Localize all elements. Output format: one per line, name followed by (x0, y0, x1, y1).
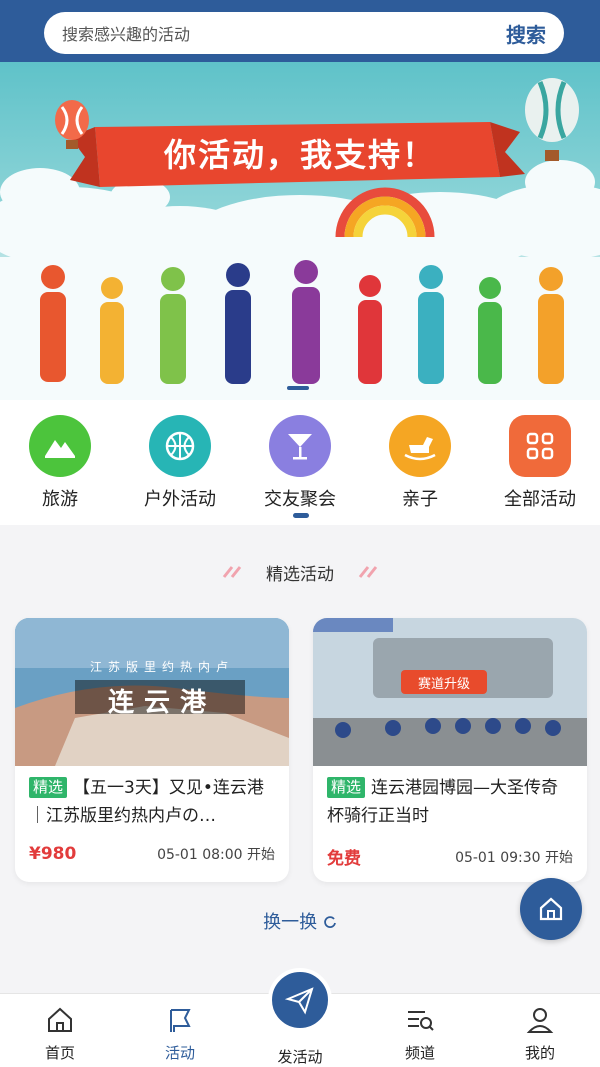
search-bar[interactable]: 搜索感兴趣的活动 搜索 (44, 12, 564, 54)
paper-plane-icon (285, 987, 314, 1015)
nav-label: 我的 (524, 1044, 555, 1062)
basketball-icon (149, 415, 211, 477)
category-label: 全部活动 (504, 489, 576, 510)
activity-image: 赛道升级 (313, 618, 587, 766)
nav-label: 首页 (44, 1044, 75, 1062)
image-caption: 连云港 (107, 688, 216, 718)
activity-card[interactable]: 赛道升级 精选 连云港园博园—大圣传奇杯骑行正当时 免费 05-01 09:30 … (313, 618, 587, 882)
activity-time: 05-01 08:00 开始 (157, 847, 275, 863)
category-label: 旅游 (42, 489, 78, 510)
banner-pager-dot (287, 386, 309, 390)
bottom-nav: 首页 活动 发活动 频道 我的 (0, 968, 600, 1067)
cocktail-icon (269, 415, 331, 477)
banner-slogan: 你活动，我支持！ (163, 136, 436, 174)
activity-price: ¥980 (29, 844, 77, 864)
user-icon (526, 1008, 554, 1033)
nav-channels[interactable]: 频道 (360, 1006, 480, 1063)
featured-tag: 精选 (29, 777, 68, 798)
promo-banner[interactable]: 你活动，我支持！ (0, 62, 600, 400)
featured-tag: 精选 (327, 777, 366, 798)
category-row: 旅游 户外活动 交友聚会 亲子 全部活动 (0, 400, 600, 525)
category-social[interactable]: 交友聚会 (240, 415, 360, 511)
home-icon (48, 1007, 72, 1032)
category-outdoor[interactable]: 户外活动 (120, 415, 240, 511)
activity-card[interactable]: 江苏版里约热内卢 连云港 精选 【五一3天】又见•连云港｜江苏版里约热内卢の… ¥… (15, 618, 289, 882)
activity-price: 免费 (327, 849, 361, 869)
category-pager-indicator (293, 513, 309, 518)
nav-label: 发活动 (277, 1048, 323, 1066)
channel-icon (408, 1011, 434, 1031)
image-subcaption: 江苏版里约热内卢 (89, 660, 234, 674)
flag-icon (170, 1009, 191, 1032)
category-label: 交友聚会 (264, 489, 336, 510)
image-caption: 赛道升级 (417, 677, 470, 692)
rocking-horse-icon (389, 415, 451, 477)
category-family[interactable]: 亲子 (360, 415, 480, 511)
decoration-right (358, 566, 378, 578)
activity-title: 精选 连云港园博园—大圣传奇杯骑行正当时 (327, 777, 559, 826)
category-all[interactable]: 全部活动 (480, 415, 600, 511)
nav-profile[interactable]: 我的 (480, 1006, 600, 1063)
section-title: 精选活动 (266, 565, 334, 585)
grid-icon (509, 415, 571, 477)
category-travel[interactable]: 旅游 (0, 415, 120, 511)
refresh-button[interactable]: 换一换 (0, 908, 600, 934)
home-icon (539, 897, 563, 921)
search-button[interactable]: 搜索 (506, 19, 546, 48)
search-input[interactable]: 搜索感兴趣的活动 (62, 21, 506, 45)
top-bar: 搜索感兴趣的活动 搜索 (0, 0, 600, 62)
mountain-icon (29, 415, 91, 477)
category-label: 亲子 (402, 489, 438, 510)
activity-title: 精选 【五一3天】又见•连云港｜江苏版里约热内卢の… (29, 777, 264, 826)
nav-label: 活动 (164, 1044, 195, 1062)
floating-home-button[interactable] (520, 878, 582, 940)
activity-time: 05-01 09:30 开始 (455, 849, 573, 866)
nav-activities[interactable]: 活动 (120, 1006, 240, 1063)
activity-image: 江苏版里约热内卢 连云港 (15, 618, 289, 766)
balloon-right (525, 78, 579, 161)
nav-home[interactable]: 首页 (0, 1006, 120, 1063)
nav-label: 频道 (404, 1044, 435, 1062)
refresh-icon (324, 916, 336, 928)
banner-illustration (0, 78, 600, 400)
publish-activity-button[interactable] (268, 968, 332, 1032)
category-label: 户外活动 (144, 489, 216, 510)
